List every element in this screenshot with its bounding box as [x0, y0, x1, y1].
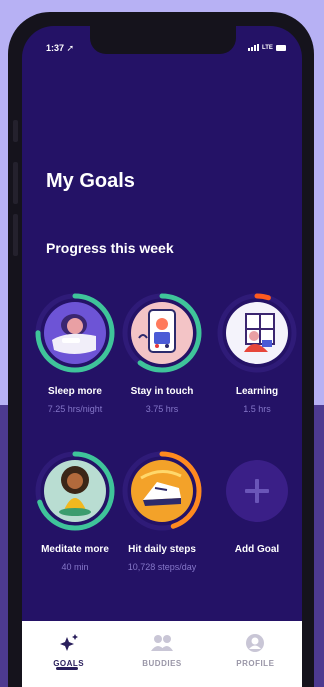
goal-hit-daily-steps[interactable]: Hit daily steps 10,728 steps/day: [112, 450, 212, 572]
goal-label: Meditate more: [41, 544, 109, 555]
add-goal-circle: [226, 460, 288, 522]
progress-ring: [35, 451, 115, 531]
goal-label: Stay in touch: [130, 386, 194, 397]
goal-value: 10,728 steps/day: [127, 562, 197, 572]
goal-stay-in-touch[interactable]: Stay in touch 3.75 hrs: [112, 292, 212, 414]
progress-ring: [122, 451, 202, 531]
status-time: 1:37 ➚: [46, 43, 74, 54]
signal-icon: [248, 44, 259, 51]
goal-value: 3.75 hrs: [145, 404, 179, 414]
goal-sleep-more[interactable]: Sleep more 7.25 hrs/night: [25, 292, 125, 414]
battery-icon: [275, 44, 286, 51]
tab-label: BUDDIES: [142, 659, 182, 668]
goal-meditate-more[interactable]: Meditate more 40 min: [25, 450, 125, 572]
tab-goals[interactable]: GOALS: [22, 621, 115, 687]
status-time-text: 1:37: [46, 43, 65, 53]
tab-label: PROFILE: [236, 659, 275, 668]
tab-profile[interactable]: PROFILE: [209, 621, 302, 687]
goal-value: 40 min: [61, 562, 89, 572]
network-type: LTE: [262, 44, 273, 51]
buddies-icon: [150, 635, 173, 651]
location-arrow-icon: ➚: [66, 43, 75, 53]
goal-label: Sleep more: [48, 386, 102, 397]
goal-value: 1.5 hrs: [243, 404, 271, 414]
progress-ring: [217, 293, 297, 373]
notch: [90, 26, 236, 54]
profile-icon: [246, 634, 265, 652]
volume-up-button: [13, 162, 18, 204]
goal-label: Hit daily steps: [128, 544, 196, 555]
tab-buddies[interactable]: BUDDIES: [115, 621, 208, 687]
status-indicators: LTE: [248, 44, 286, 51]
active-tab-indicator: [56, 667, 78, 670]
goal-learning[interactable]: Learning 1.5 hrs: [207, 292, 302, 414]
goal-value: 7.25 hrs/night: [47, 404, 103, 414]
page-title: My Goals: [46, 170, 135, 192]
goal-label: Learning: [235, 386, 279, 397]
add-goal-button[interactable]: Add Goal: [207, 450, 302, 555]
sparkle-star-icon: [59, 634, 78, 651]
progress-ring: [122, 293, 202, 373]
app-screen: 1:37 ➚ LTE My Goals Progress this week S…: [22, 26, 302, 687]
mute-switch: [13, 120, 18, 142]
tab-bar: GOALS BUDDIES PROFILE: [22, 621, 302, 687]
section-subtitle: Progress this week: [46, 240, 174, 256]
volume-down-button: [13, 214, 18, 256]
goal-label: Add Goal: [234, 544, 280, 555]
progress-ring: [35, 293, 115, 373]
